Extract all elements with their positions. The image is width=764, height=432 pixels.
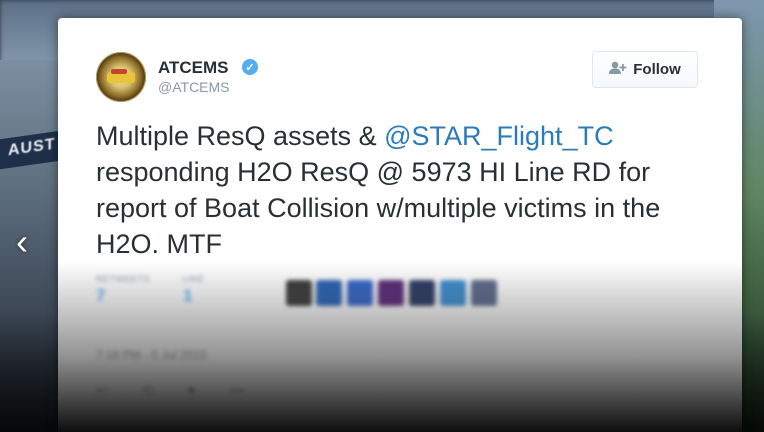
- retweets-count[interactable]: 7: [96, 286, 105, 306]
- tweet-text: Multiple ResQ assets & @STAR_Flight_TC r…: [96, 118, 716, 262]
- tweet-card: ATCEMS ✓ @ATCEMS Follow Multiple ResQ as…: [58, 18, 742, 432]
- tweet-text-part2: responding H2O ResQ @ 5973 HI Line RD fo…: [96, 157, 661, 259]
- likes-count[interactable]: 1: [183, 286, 192, 306]
- avatar-seal-detail: [111, 69, 127, 74]
- follow-label: Follow: [633, 61, 681, 78]
- previous-arrow-icon[interactable]: ‹: [4, 221, 40, 262]
- retweets-label: RETWEETS: [96, 274, 151, 284]
- add-user-icon-svg: [609, 61, 627, 74]
- liker-avatar[interactable]: [378, 280, 404, 306]
- liker-avatar[interactable]: [347, 280, 373, 306]
- liker-avatar[interactable]: [409, 280, 435, 306]
- liker-avatar[interactable]: [471, 280, 497, 306]
- retweet-icon[interactable]: ⟲: [142, 382, 154, 399]
- liker-avatar[interactable]: [316, 280, 342, 306]
- verified-badge-icon: ✓: [242, 59, 258, 75]
- reply-icon[interactable]: ↩: [96, 382, 108, 399]
- add-user-icon: [609, 61, 627, 79]
- liker-avatar[interactable]: [440, 280, 466, 306]
- like-icon[interactable]: ♥: [187, 382, 195, 399]
- more-icon[interactable]: •••: [230, 382, 245, 399]
- display-name[interactable]: ATCEMS: [158, 58, 229, 78]
- likes-label: LIKE: [183, 274, 205, 284]
- tweet-text-part1: Multiple ResQ assets &: [96, 121, 385, 151]
- tweet-timestamp[interactable]: 7:16 PM - 5 Jul 2015: [96, 348, 207, 362]
- mention-link[interactable]: @STAR_Flight_TC: [384, 121, 613, 151]
- tweet-actions: ↩ ⟲ ♥ •••: [96, 382, 245, 399]
- avatar[interactable]: [96, 52, 146, 102]
- follow-button[interactable]: Follow: [592, 51, 698, 88]
- liker-avatar[interactable]: [286, 280, 312, 306]
- user-handle[interactable]: @ATCEMS: [158, 79, 230, 95]
